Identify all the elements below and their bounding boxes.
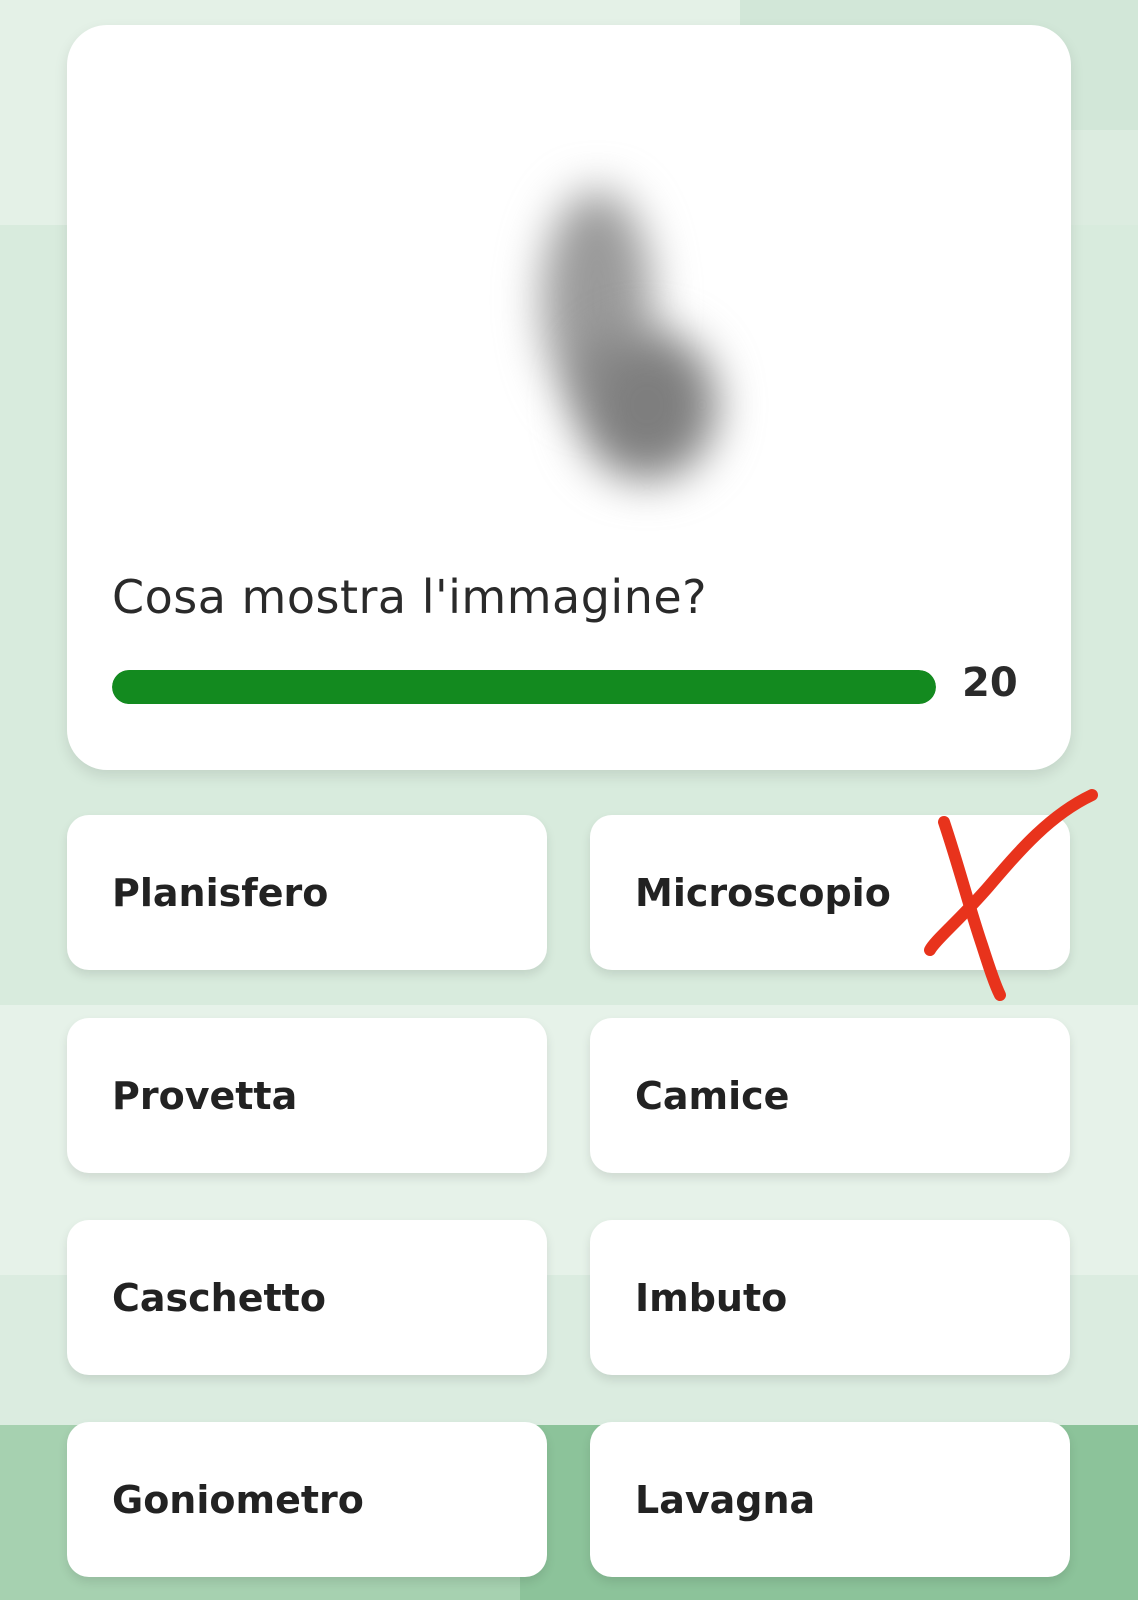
answer-button-lavagna[interactable]: Lavagna bbox=[590, 1422, 1070, 1577]
quiz-image bbox=[437, 80, 777, 530]
answer-button-provetta[interactable]: Provetta bbox=[67, 1018, 547, 1173]
question-card: Cosa mostra l'immagine? 20 bbox=[67, 25, 1071, 770]
answer-button-goniometro[interactable]: Goniometro bbox=[67, 1422, 547, 1577]
timer-progress-bar bbox=[112, 670, 936, 704]
timer-value: 20 bbox=[962, 660, 1018, 706]
answer-button-caschetto[interactable]: Caschetto bbox=[67, 1220, 547, 1375]
blurred-shape bbox=[577, 330, 717, 480]
timer-progress-fill bbox=[112, 670, 936, 704]
answer-button-camice[interactable]: Camice bbox=[590, 1018, 1070, 1173]
answer-button-planisfero[interactable]: Planisfero bbox=[67, 815, 547, 970]
question-text: Cosa mostra l'immagine? bbox=[112, 570, 708, 624]
answer-button-imbuto[interactable]: Imbuto bbox=[590, 1220, 1070, 1375]
answer-button-microscopio[interactable]: Microscopio bbox=[590, 815, 1070, 970]
